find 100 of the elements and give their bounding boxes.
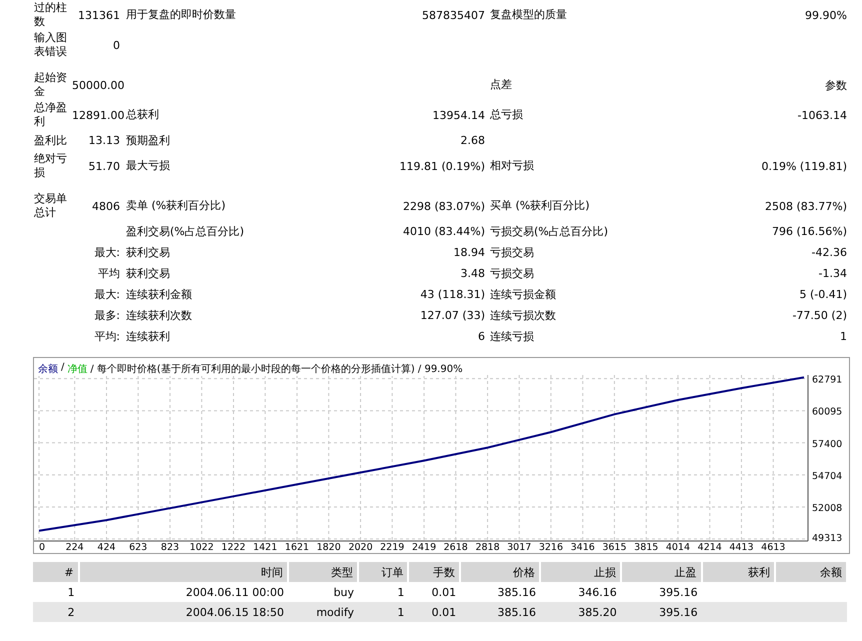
table-cell: 2 (33, 602, 79, 622)
stat-value: 587835407 (422, 8, 485, 22)
stat-label: 输入图表错误 (34, 31, 67, 58)
stat-label: 过的柱数 (34, 1, 67, 28)
axis-label: 49313 (812, 533, 842, 544)
axis-label: 2219 (380, 542, 404, 553)
stat-value: 13.13 (88, 134, 120, 147)
stat-label: 亏损交易 (490, 266, 534, 280)
table-cell: 385.20 (540, 602, 621, 622)
axis-label: 623 (129, 542, 148, 553)
column-header[interactable]: 类型 (288, 562, 358, 582)
stat-value: 119.81 (0.19%) (399, 160, 485, 172)
axis-label: 3815 (634, 542, 658, 553)
axis-label: 0 (39, 542, 46, 553)
stat-label: 盈利比 (34, 134, 67, 146)
stat-value: 平均: (94, 330, 120, 343)
axis-label: 424 (97, 542, 116, 553)
stat-value: -1063.14 (798, 108, 847, 122)
stat-value: 5 (-0.41) (799, 288, 847, 301)
column-header[interactable]: 余额 (775, 562, 847, 582)
table-cell: 385.16 (460, 602, 540, 622)
axis-label: 1820 (316, 542, 341, 553)
column-header[interactable]: # (33, 562, 79, 582)
legend-text: / (61, 362, 64, 375)
stat-value: 43 (118.31) (420, 288, 485, 301)
table-cell: 395.16 (620, 602, 702, 622)
table-cell: 0.01 (408, 582, 460, 602)
stat-label: 点差 (490, 78, 512, 91)
stat-value: 4010 (83.44%) (402, 225, 485, 238)
stat-value: 99.90% (805, 8, 847, 22)
axis-label: 4613 (761, 542, 786, 553)
axis-label: 823 (160, 542, 180, 553)
stat-label: 获利交易 (126, 266, 170, 280)
table-cell: 2004.06.15 18:50 (78, 602, 288, 622)
axis-label: 60095 (812, 406, 842, 418)
axis-label: 2618 (444, 542, 468, 553)
stat-value: 131361 (78, 8, 120, 22)
column-header[interactable]: 获利 (702, 562, 776, 582)
stat-value: 最大: (94, 288, 120, 301)
stat-value: 参数 (825, 78, 847, 92)
column-header[interactable]: 时间 (78, 562, 288, 582)
column-header[interactable]: 止盈 (620, 562, 702, 582)
stat-label: 用于复盘的即时价数量 (126, 8, 236, 21)
table-cell: buy (288, 582, 358, 602)
column-header[interactable]: 止损 (540, 562, 621, 582)
stat-label: 获利交易 (126, 246, 170, 258)
axis-label: 2818 (475, 542, 500, 553)
table-cell: 1 (358, 582, 408, 602)
legend-text: / 每个即时价格(基于所有可利用的最小时段的每一个价格的分形插值计算) / 99.90% (90, 362, 463, 376)
stat-value: -42.36 (812, 246, 847, 259)
table-cell: 395.16 (620, 582, 702, 602)
table-cell: 0.01 (408, 602, 460, 622)
stat-label: 亏损交易(%占总百分比) (490, 224, 608, 238)
axis-label: 1421 (253, 542, 278, 553)
stat-label: 盈利交易(%占总百分比) (126, 224, 244, 238)
stat-value: 最多: (94, 309, 120, 322)
axis-label: 3017 (507, 542, 532, 553)
table-cell: 2004.06.11 00:00 (78, 582, 288, 602)
column-header[interactable]: 手数 (408, 562, 460, 582)
stat-value: 51.70 (88, 160, 120, 172)
stat-value: 13954.14 (432, 108, 485, 122)
stat-value: 6 (478, 330, 485, 343)
table-cell: modify (288, 602, 358, 622)
stat-value: 18.94 (454, 246, 485, 259)
stat-label: 连续亏损次数 (490, 308, 556, 322)
stat-value: 1 (840, 330, 847, 343)
stat-value: -1.34 (818, 267, 847, 280)
stat-label: 连续获利金额 (126, 288, 192, 300)
axis-label: 1022 (190, 542, 214, 553)
axis-label: 1621 (284, 542, 310, 553)
stat-value: -77.50 (2) (792, 309, 847, 322)
stat-value: 0 (113, 38, 120, 52)
stat-label: 总亏损 (490, 108, 523, 121)
stat-label: 起始资金 (34, 71, 67, 98)
column-header[interactable]: 订单 (358, 562, 408, 582)
table-cell: 1 (33, 582, 79, 602)
axis-label: 3615 (602, 542, 627, 553)
stat-value: 2508 (83.77%) (764, 200, 847, 212)
axis-label: 3416 (570, 542, 595, 553)
stat-value: 50000.00 (72, 78, 124, 92)
axis-label: 4214 (698, 542, 722, 553)
axis-label: 52008 (812, 502, 842, 514)
axis-label: 4413 (729, 542, 754, 553)
stat-label: 连续获利次数 (126, 308, 192, 322)
axis-label: 1222 (221, 542, 246, 553)
stat-label: 连续获利 (126, 330, 170, 342)
stat-label: 交易单总计 (34, 192, 67, 219)
axis-label: 54704 (812, 470, 842, 482)
stat-value: 796 (16.56%) (772, 225, 847, 238)
axis-label: 3216 (538, 542, 563, 553)
axis-label: 2419 (412, 542, 436, 553)
axis-label: 4014 (666, 542, 690, 553)
stat-label: 买单 (%获利百分比) (490, 199, 590, 212)
stat-value: 最大: (94, 246, 120, 259)
stat-value: 127.07 (33) (420, 309, 485, 322)
axis-label: 62791 (812, 374, 842, 386)
stat-value: 2298 (83.07%) (402, 200, 485, 212)
stat-label: 亏损交易 (490, 246, 534, 258)
stat-value: 12891.00 (72, 108, 124, 122)
column-header[interactable]: 价格 (460, 562, 540, 582)
